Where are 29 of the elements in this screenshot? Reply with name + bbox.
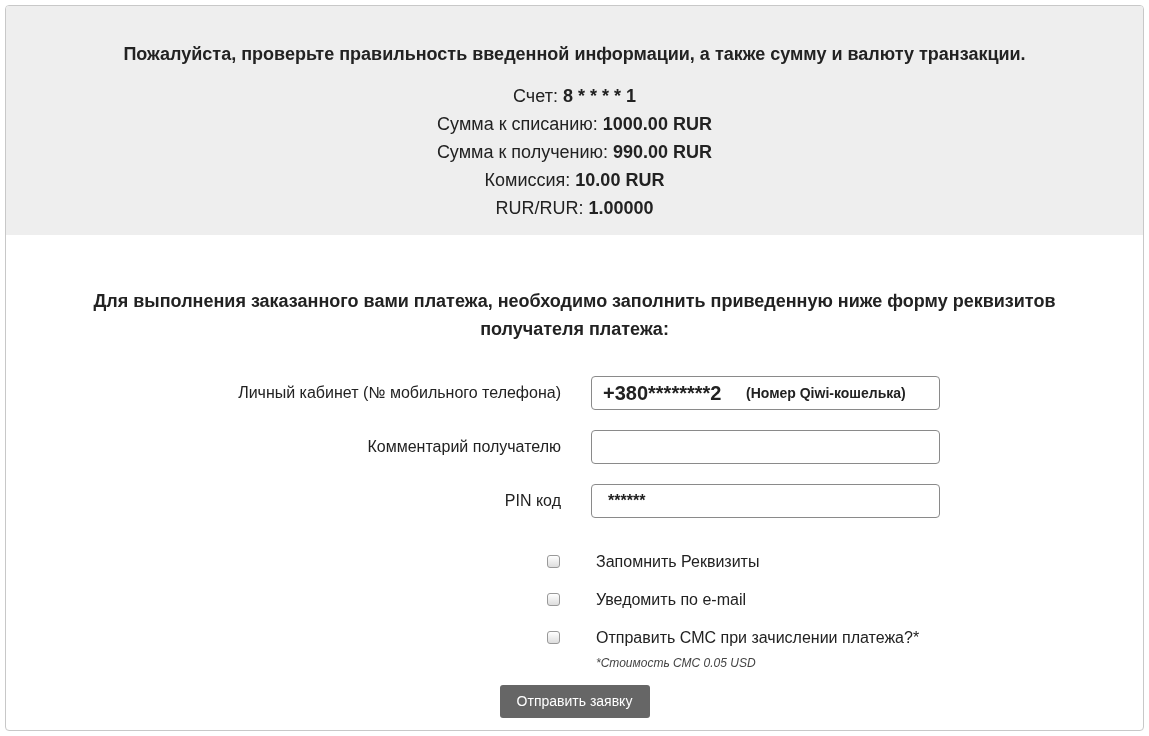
checkbox[interactable]	[547, 631, 560, 644]
summary-label: Сумма к списанию:	[437, 113, 598, 136]
price-note: *Стоимость СМС 0.05 USD	[596, 655, 757, 672]
phone-field[interactable]: +380********2 (Номер Qiwi-кошелька)	[591, 376, 940, 410]
summary-value: 1.00000	[588, 197, 654, 220]
checkbox-label[interactable]: Отправить СМС при зачислении платежа?*	[596, 628, 920, 648]
pin-field[interactable]: ******	[591, 484, 940, 518]
field-hint: (Номер Qiwi-кошелька)	[746, 383, 906, 403]
submit-button[interactable]: Отправить заявку	[499, 685, 650, 718]
field-label: Комментарий получателю	[366, 437, 561, 457]
summary-label: Счет:	[513, 85, 558, 108]
field-value: ******	[607, 491, 646, 511]
form-heading: Для выполнения заказанного вами платежа, необходимо заполнить приведенную ниже форму реквизитов получателя платежа:	[92, 290, 1057, 341]
summary-label: Сумма к получению:	[436, 141, 609, 164]
summary-value: 10.00 RUR	[575, 169, 665, 192]
field-value: +380********2	[603, 381, 723, 406]
checkbox[interactable]	[547, 555, 560, 568]
field-label: Личный кабинет (№ мобильного телефона)	[237, 383, 561, 403]
summary-value: 1000.00 RUR	[602, 113, 712, 136]
comment-field[interactable]	[591, 430, 940, 464]
summary-value: 990.00 RUR	[613, 141, 713, 164]
checkbox-label[interactable]: Запомнить Реквизиты	[596, 552, 760, 572]
checkbox[interactable]	[547, 593, 560, 606]
field-label: PIN код	[503, 491, 561, 511]
summary-label: RUR/RUR:	[495, 197, 584, 220]
summary-label: Комиссия:	[484, 169, 571, 192]
checkbox-label[interactable]: Уведомить по e-mail	[596, 590, 746, 610]
summary-heading: Пожалуйста, проверьте правильность введенной информации, а также сумму и валюту транзакции.	[123, 43, 1026, 66]
summary-value: 8 * * * * 1	[562, 85, 636, 108]
